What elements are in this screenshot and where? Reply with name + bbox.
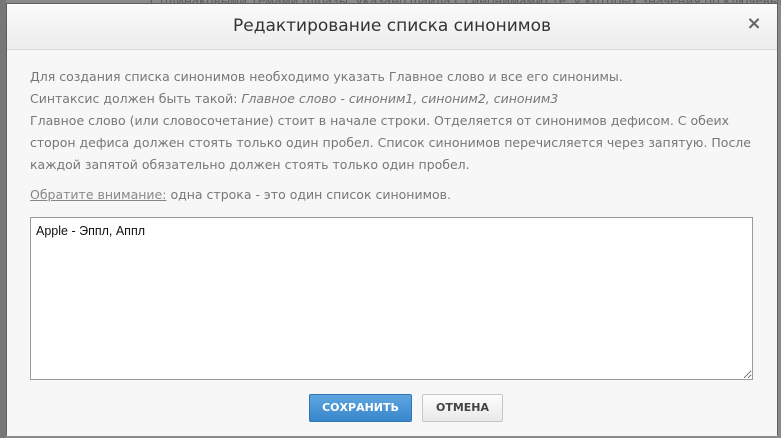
note-link[interactable]: Обратите внимание: xyxy=(30,187,166,202)
instruction-rules: Главное слово (или словосочетание) стоит… xyxy=(30,113,751,172)
close-icon[interactable]: × xyxy=(745,15,763,33)
instructions: Для создания списка синонимов необходимо… xyxy=(30,66,760,176)
syntax-line: Синтаксис должен быть такой: Главное сло… xyxy=(30,88,760,110)
dialog-title: Редактирование списка синонимов xyxy=(232,16,552,36)
dialog-header: Редактирование списка синонимов × xyxy=(7,4,777,50)
note-text: одна строка - это один список синонимов. xyxy=(170,187,452,202)
synonyms-textarea[interactable]: Apple - Эппл, Аппл xyxy=(30,217,753,380)
synonyms-dialog: Редактирование списка синонимов × Для со… xyxy=(6,3,778,436)
cancel-button[interactable]: ОТМЕНА xyxy=(422,394,503,422)
instruction-line: Для создания списка синонимов необходимо… xyxy=(30,69,623,84)
syntax-example: Главное слово - синоним1, синоним2, сино… xyxy=(241,91,559,106)
dialog-body: Для создания списка синонимов необходимо… xyxy=(7,50,777,436)
note: Обратите внимание: одна строка - это оди… xyxy=(30,187,451,202)
syntax-prefix: Синтаксис должен быть такой: xyxy=(30,91,238,106)
save-button[interactable]: СОХРАНИТЬ xyxy=(309,394,412,422)
